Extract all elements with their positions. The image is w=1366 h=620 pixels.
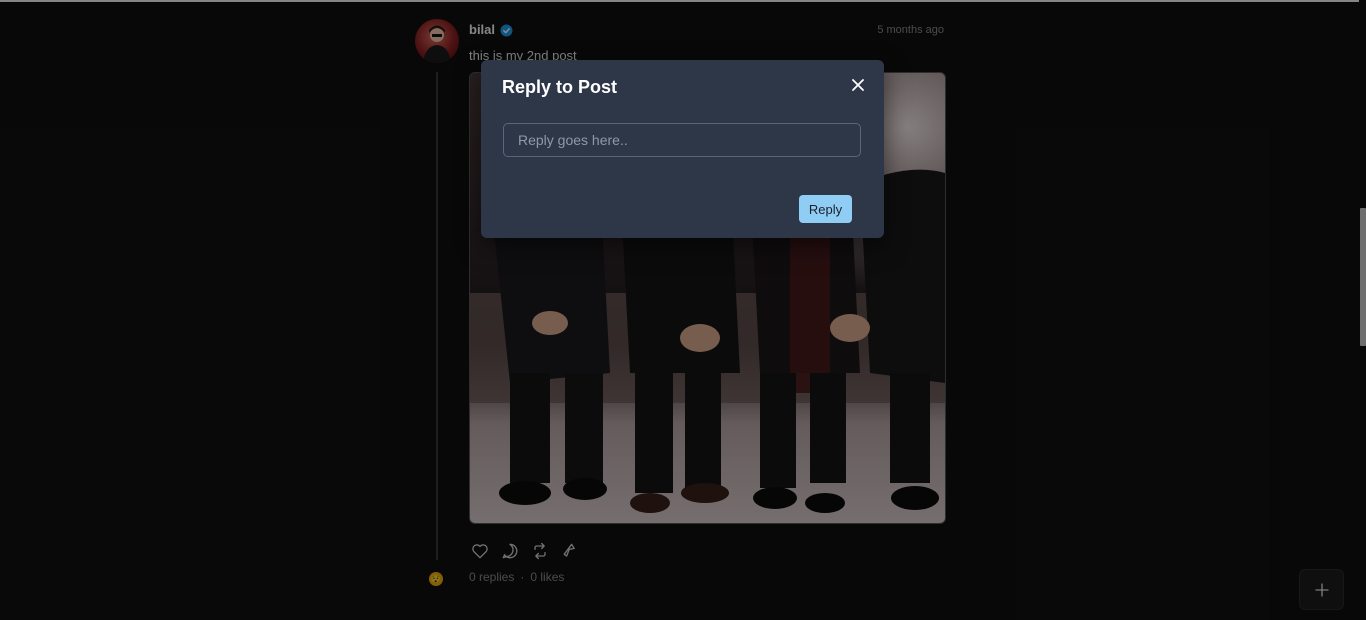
close-button[interactable] xyxy=(845,72,871,98)
modal-title: Reply to Post xyxy=(502,77,618,97)
reply-submit-button[interactable]: Reply xyxy=(799,195,852,223)
reply-modal: Reply to Post Reply xyxy=(481,60,884,238)
reply-input[interactable] xyxy=(503,123,861,157)
close-icon xyxy=(852,79,864,91)
